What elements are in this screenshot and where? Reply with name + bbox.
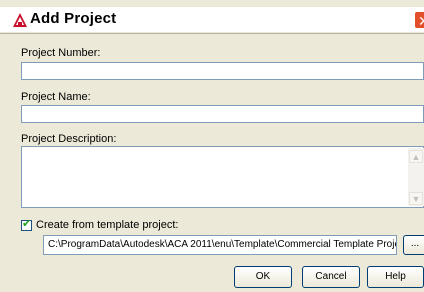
ok-button-label: OK [255, 271, 271, 282]
close-button[interactable]: ✕ [414, 11, 424, 29]
checkmark-icon: ✔ [22, 218, 32, 230]
create-from-template-label: Create from template project: [36, 219, 179, 231]
dialog-title: Add Project [30, 10, 117, 27]
help-button-label: Help [385, 271, 406, 282]
project-description-field[interactable]: ▲ ▼ [21, 146, 424, 208]
title-bar: Add Project ✕ [0, 7, 424, 32]
cancel-button-label: Cancel [315, 271, 347, 282]
scroll-down-arrow-icon[interactable]: ▼ [409, 192, 423, 205]
description-scrollbar[interactable]: ▲ ▼ [408, 148, 424, 206]
template-path-field[interactable]: C:\ProgramData\Autodesk\ACA 2011\enu\Tem… [43, 235, 397, 255]
browse-button-label: ... [410, 238, 420, 249]
project-number-field[interactable] [21, 62, 424, 80]
autocad-architecture-icon [13, 13, 27, 27]
project-name-label: Project Name: [21, 91, 91, 103]
template-path-value: C:\ProgramData\Autodesk\ACA 2011\enu\Tem… [48, 239, 396, 250]
cancel-button[interactable]: Cancel [302, 266, 360, 288]
add-project-dialog: Add Project ✕ Project Number: Project Na… [0, 0, 424, 292]
create-from-template-checkbox[interactable]: ✔ [21, 218, 32, 231]
browse-button[interactable]: ... [403, 235, 424, 255]
project-description-label: Project Description: [21, 133, 117, 145]
scroll-up-arrow-icon[interactable]: ▲ [409, 150, 423, 163]
close-icon: ✕ [418, 13, 424, 28]
project-name-field[interactable] [21, 105, 424, 123]
help-button[interactable]: Help [367, 266, 424, 288]
project-number-label: Project Number: [21, 47, 101, 59]
ok-button[interactable]: OK [234, 266, 292, 288]
title-divider [0, 33, 424, 34]
